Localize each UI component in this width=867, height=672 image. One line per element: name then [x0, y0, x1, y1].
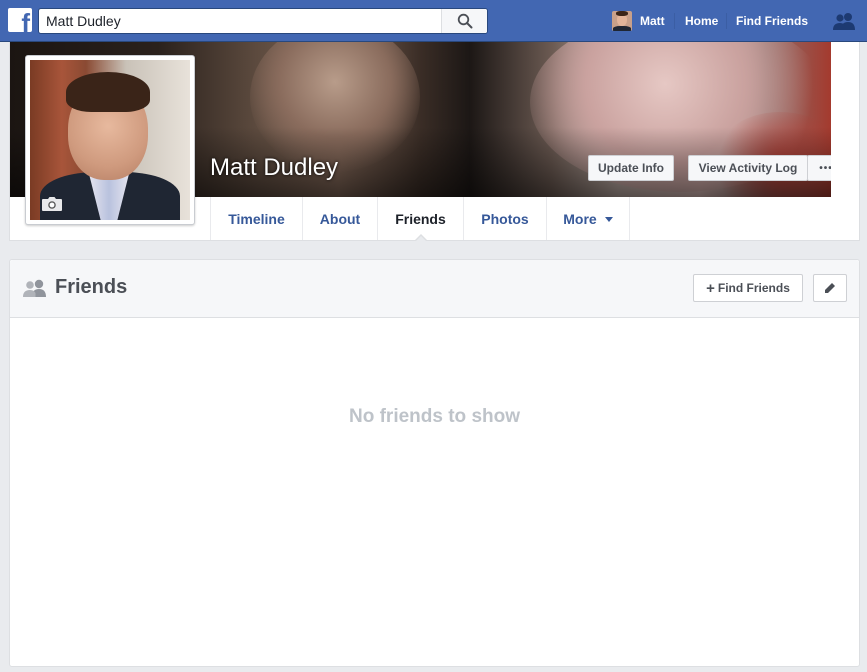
- more-options-button[interactable]: •••: [807, 155, 831, 181]
- tab-photos[interactable]: Photos: [464, 197, 547, 240]
- top-navigation-bar: f Matt Home Find Friends: [0, 0, 867, 42]
- tab-label: More: [563, 210, 597, 227]
- empty-friends-message: No friends to show: [349, 406, 520, 427]
- plus-icon: +: [706, 279, 715, 297]
- friend-requests-icon[interactable]: [832, 11, 856, 36]
- nav-divider: [674, 13, 675, 29]
- friends-header: Friends + Find Friends: [10, 260, 859, 318]
- friends-section: Friends + Find Friends No friends to sho…: [9, 259, 860, 667]
- more-dots-icon: •••: [819, 162, 831, 174]
- tab-more[interactable]: More: [547, 197, 630, 240]
- search-box: [38, 8, 488, 34]
- profile-photo: [30, 60, 190, 220]
- nav-avatar: [612, 11, 632, 31]
- nav-divider: [726, 13, 727, 29]
- tab-label: Photos: [481, 210, 529, 227]
- tab-label: About: [319, 210, 361, 227]
- camera-icon[interactable]: [41, 196, 63, 217]
- nav-home-label: Home: [685, 14, 719, 28]
- tab-label: Friends: [395, 210, 446, 227]
- profile-tabs: Timeline About Friends Photos More: [210, 197, 630, 242]
- profile-picture[interactable]: [25, 55, 195, 225]
- edit-button[interactable]: [813, 274, 847, 302]
- view-activity-log-button[interactable]: View Activity Log: [688, 155, 808, 181]
- search-button[interactable]: [441, 9, 487, 33]
- tab-friends[interactable]: Friends: [378, 197, 464, 242]
- profile-name[interactable]: Matt Dudley: [210, 154, 338, 182]
- tab-timeline[interactable]: Timeline: [211, 197, 303, 240]
- tab-label: Timeline: [228, 210, 285, 227]
- search-icon: [457, 13, 472, 29]
- friends-section-title: Friends: [55, 276, 128, 298]
- facebook-logo-icon[interactable]: f: [8, 8, 32, 32]
- nav-user-name: Matt: [640, 14, 665, 28]
- nav-find-friends-link[interactable]: Find Friends: [736, 0, 808, 42]
- nav-user-link[interactable]: Matt: [612, 0, 665, 42]
- facebook-logo-letter: f: [21, 8, 30, 32]
- find-friends-button[interactable]: + Find Friends: [693, 274, 803, 302]
- caret-down-icon: [604, 217, 613, 222]
- find-friends-label: Find Friends: [717, 281, 790, 295]
- nav-home-link[interactable]: Home: [685, 0, 718, 42]
- friends-icon: [22, 278, 48, 303]
- update-info-button[interactable]: Update Info: [588, 155, 674, 181]
- nav-find-friends-label: Find Friends: [736, 14, 808, 28]
- tab-about[interactable]: About: [303, 197, 378, 240]
- search-input[interactable]: [39, 9, 441, 33]
- pencil-icon: [825, 283, 835, 293]
- profile-header-card: Matt Dudley Update Info View Activity Lo…: [9, 42, 860, 242]
